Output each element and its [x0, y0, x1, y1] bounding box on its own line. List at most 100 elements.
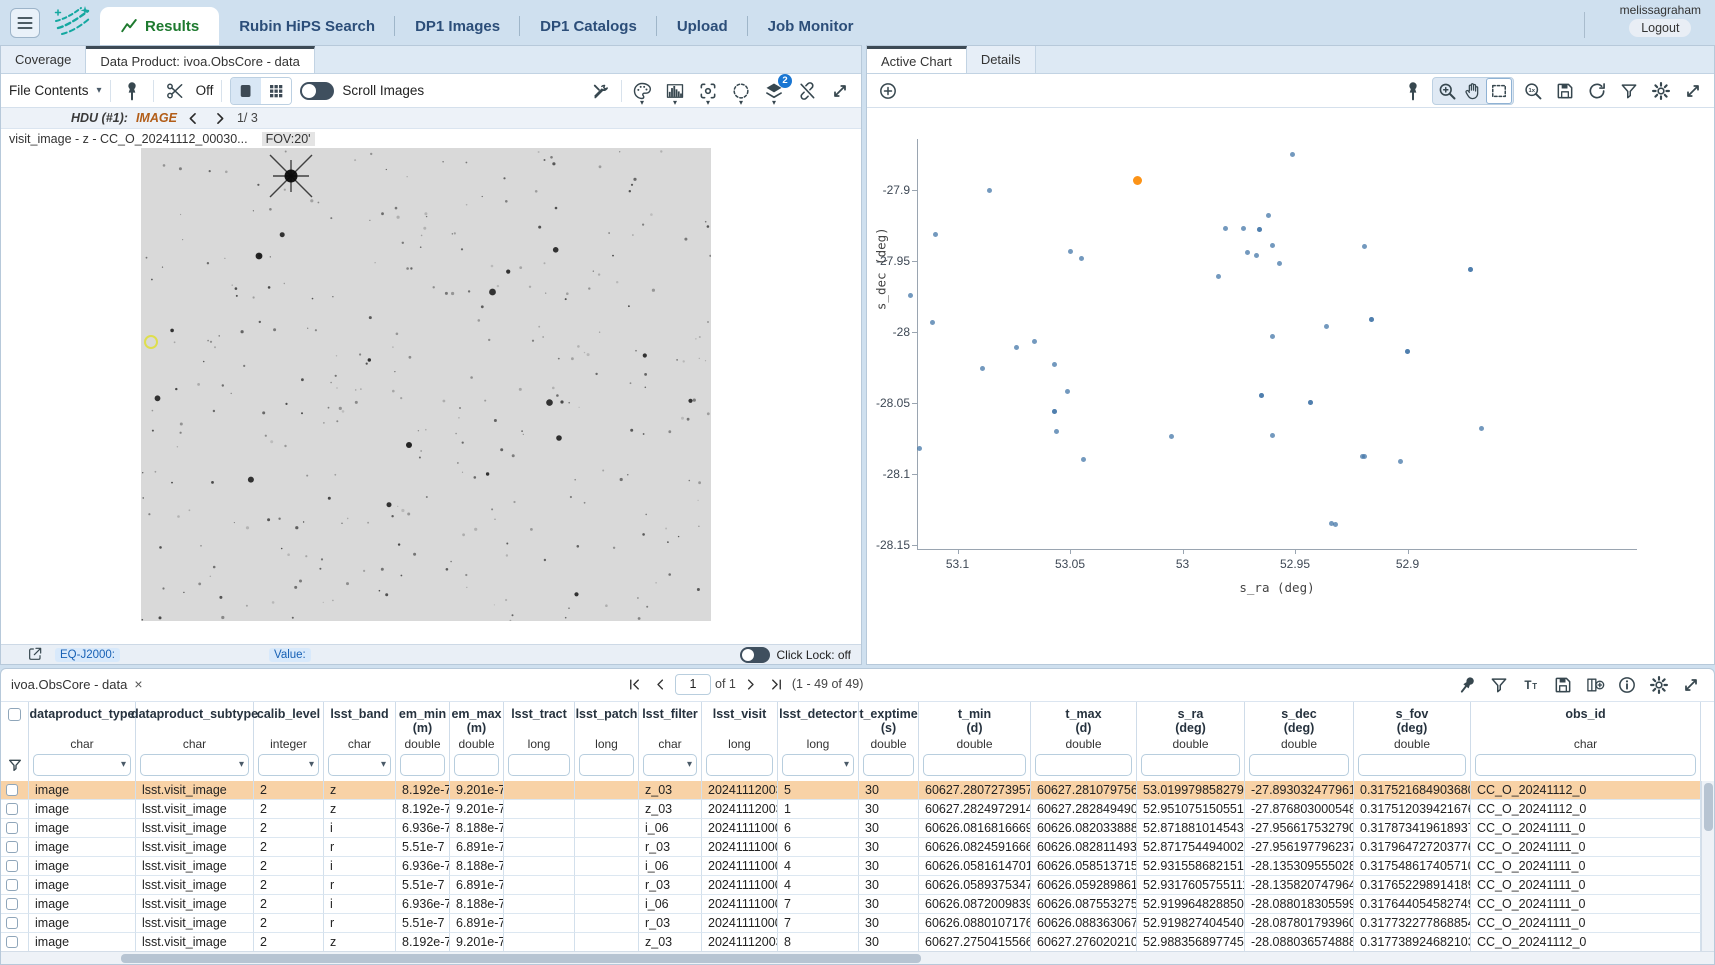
data-point[interactable]	[1405, 349, 1410, 354]
layers-icon[interactable]: ▾2	[761, 78, 787, 104]
top-tab-upload[interactable]: Upload	[657, 7, 748, 45]
table-row[interactable]: imagelsst.visit_image2i6.936e-78.188e-7i…	[1, 895, 1701, 914]
tab-coverage[interactable]: Coverage	[1, 46, 86, 73]
data-point[interactable]	[917, 446, 922, 451]
data-point[interactable]	[1324, 324, 1329, 329]
data-point[interactable]	[1362, 244, 1367, 249]
data-point[interactable]	[1068, 249, 1073, 254]
data-point[interactable]	[1052, 362, 1057, 367]
data-point[interactable]	[1245, 250, 1250, 255]
data-point[interactable]	[980, 366, 985, 371]
tab-active-chart[interactable]: Active Chart	[867, 46, 967, 73]
info-icon[interactable]	[1614, 672, 1640, 698]
table-row[interactable]: imagelsst.visit_image2r5.51e-76.891e-7r_…	[1, 838, 1701, 857]
column-header-s_ra[interactable]: s_ra (deg) double	[1137, 702, 1245, 782]
filter-row-icon[interactable]	[7, 757, 23, 773]
column-filter-input[interactable]	[1249, 754, 1349, 776]
pin-icon[interactable]	[1400, 78, 1426, 104]
row-checkbox[interactable]	[6, 860, 18, 872]
row-checkbox[interactable]	[6, 822, 18, 834]
column-filter-select[interactable]: ▾	[258, 754, 319, 776]
table-row[interactable]: imagelsst.visit_image2z8.192e-79.201e-7z…	[1, 933, 1701, 952]
data-point[interactable]	[1479, 426, 1484, 431]
table-row[interactable]: imagelsst.visit_image2z8.192e-79.201e-7z…	[1, 800, 1701, 819]
first-page-button[interactable]	[623, 673, 645, 695]
click-lock-toggle[interactable]	[740, 647, 770, 663]
scatter-chart[interactable]: s_dec (deg) s_ra (deg) 53.153.055352.955…	[867, 108, 1714, 661]
table-row[interactable]: imagelsst.visit_image2r5.51e-76.891e-7r_…	[1, 914, 1701, 933]
column-filter-input[interactable]	[1475, 754, 1696, 776]
column-header-dataproduct_subtype[interactable]: dataproduct_subtype char ▾	[136, 702, 254, 782]
expand-icon[interactable]	[1678, 672, 1704, 698]
column-header-calib_level[interactable]: calib_level integer ▾	[254, 702, 324, 782]
data-point[interactable]	[1052, 409, 1057, 414]
column-filter-input[interactable]	[1358, 754, 1466, 776]
palette-icon[interactable]: ▾	[629, 78, 655, 104]
data-point[interactable]	[1290, 152, 1295, 157]
row-checkbox[interactable]	[6, 841, 18, 853]
settings-icon[interactable]	[1648, 78, 1674, 104]
table-row[interactable]: imagelsst.visit_image2i6.936e-78.188e-7i…	[1, 819, 1701, 838]
column-header-t_max[interactable]: t_max (d) double	[1031, 702, 1137, 782]
column-filter-select[interactable]: ▾	[33, 754, 131, 776]
settings-icon[interactable]	[1646, 672, 1672, 698]
scissors-icon[interactable]	[162, 78, 188, 104]
column-filter-select[interactable]: ▾	[782, 754, 854, 776]
next-page-button[interactable]	[740, 673, 762, 695]
row-checkbox[interactable]	[6, 936, 18, 948]
data-point[interactable]	[908, 293, 913, 298]
file-contents-dropdown[interactable]: File Contents	[9, 83, 89, 98]
data-point[interactable]	[1254, 253, 1259, 258]
data-point[interactable]	[1014, 345, 1019, 350]
refresh-icon[interactable]	[1584, 78, 1610, 104]
column-header-em_max[interactable]: em_max (m) double	[450, 702, 504, 782]
data-point[interactable]	[1277, 261, 1282, 266]
column-header-t_exptime[interactable]: t_exptime (s) double	[859, 702, 919, 782]
row-checkbox[interactable]	[6, 898, 18, 910]
data-point[interactable]	[1081, 457, 1086, 462]
column-filter-input[interactable]	[400, 754, 445, 776]
pan-hand-icon[interactable]	[1460, 78, 1486, 104]
column-filter-input[interactable]	[1141, 754, 1240, 776]
single-view-button[interactable]	[231, 78, 261, 104]
column-header-s_dec[interactable]: s_dec (deg) double	[1245, 702, 1354, 782]
grid-view-button[interactable]	[261, 78, 291, 104]
expand-icon[interactable]	[1680, 78, 1706, 104]
data-point[interactable]	[1398, 459, 1403, 464]
column-filter-input[interactable]	[1035, 754, 1132, 776]
data-point[interactable]	[930, 320, 935, 325]
center-focus-icon[interactable]: ▾	[695, 78, 721, 104]
zoom-in-icon[interactable]	[1434, 78, 1460, 104]
data-point[interactable]	[1259, 393, 1264, 398]
logout-button[interactable]: Logout	[1629, 19, 1691, 37]
table-row[interactable]: imagelsst.visit_image2r5.51e-76.891e-7r_…	[1, 876, 1701, 895]
data-point[interactable]	[1241, 226, 1246, 231]
data-point[interactable]	[1270, 243, 1275, 248]
column-header-lsst_detector[interactable]: lsst_detector long ▾	[778, 702, 859, 782]
page-number-input[interactable]	[675, 674, 711, 695]
column-header-s_fov[interactable]: s_fov (deg) double	[1354, 702, 1471, 782]
save-icon[interactable]	[1550, 672, 1576, 698]
column-header-dataproduct_type[interactable]: dataproduct_type char ▾	[29, 702, 136, 782]
column-header-em_min[interactable]: em_min (m) double	[396, 702, 450, 782]
pin-table-icon[interactable]	[1454, 672, 1480, 698]
row-checkbox[interactable]	[6, 879, 18, 891]
column-filter-input[interactable]	[579, 754, 634, 776]
data-point[interactable]	[1333, 522, 1338, 527]
histogram-icon[interactable]: ▾	[662, 78, 688, 104]
expand-icon[interactable]	[827, 78, 853, 104]
column-header-lsst_visit[interactable]: lsst_visit long	[702, 702, 778, 782]
top-tab-results[interactable]: Results	[100, 7, 219, 45]
filter-icon[interactable]	[1486, 672, 1512, 698]
data-point[interactable]	[1079, 256, 1084, 261]
top-tab-rubin-hips-search[interactable]: Rubin HiPS Search	[219, 7, 395, 45]
save-icon[interactable]	[1552, 78, 1578, 104]
add-chart-icon[interactable]	[875, 78, 901, 104]
tab-details[interactable]: Details	[967, 46, 1036, 73]
vertical-scrollbar[interactable]	[1701, 781, 1714, 953]
close-icon[interactable]: ×	[134, 676, 142, 692]
data-point[interactable]	[1065, 389, 1070, 394]
tools-icon[interactable]	[588, 78, 614, 104]
select-all-checkbox[interactable]	[8, 708, 21, 721]
column-filter-input[interactable]	[508, 754, 570, 776]
